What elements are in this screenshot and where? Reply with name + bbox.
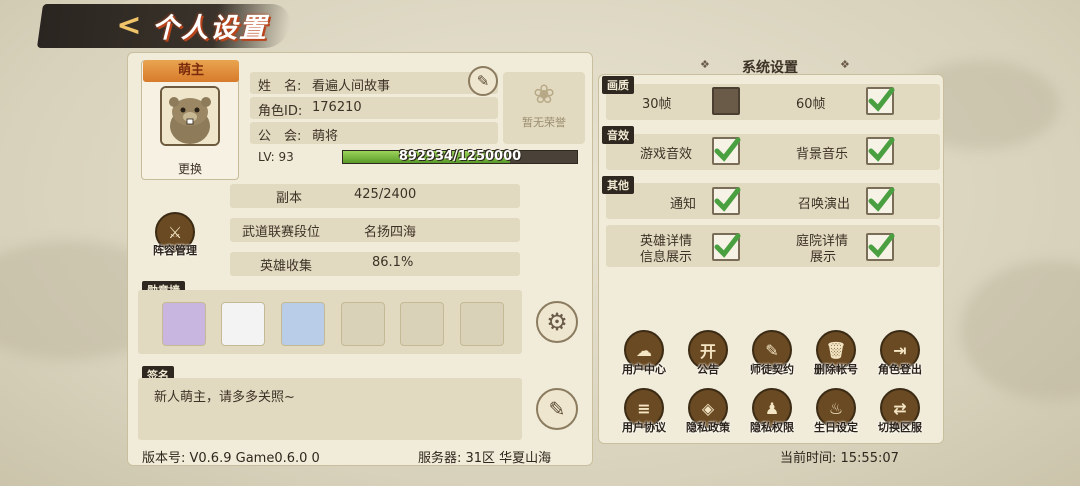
privacy-policy-label: 隐私政策 <box>686 421 730 434</box>
delete-account-label: 删除帐号 <box>814 363 858 376</box>
user-agreement-label: 用户协议 <box>622 421 666 434</box>
guild-label: 公 会: <box>258 129 302 144</box>
sound-tag: 音效 <box>602 126 634 144</box>
summon-label: 召唤演出 <box>798 197 851 212</box>
back-arrow-icon: < <box>116 7 142 43</box>
privacy-policy-icon: ◈ <box>701 398 715 418</box>
medal-blue-girl[interactable] <box>281 302 325 346</box>
honor-box[interactable]: ❀ 暂无荣誉 <box>503 72 585 144</box>
level-label: LV: 93 <box>258 150 294 164</box>
privacy-permission-label: 隐私权限 <box>750 421 794 434</box>
checkmark-icon <box>714 137 741 162</box>
time-text: 当前时间: 15:55:07 <box>780 451 899 466</box>
change-avatar-button[interactable]: 更换 <box>141 158 239 180</box>
notify-checkbox[interactable] <box>712 187 741 215</box>
yard-detail-label-2: 展示 <box>810 250 837 265</box>
medal-slot-empty <box>460 302 504 346</box>
announcement-label: 公告 <box>697 363 719 376</box>
stat-value: 名扬四海 <box>364 225 417 240</box>
switch-server-label: 切换区服 <box>878 421 922 434</box>
id-value: 176210 <box>312 100 362 115</box>
medal-slot-empty <box>341 302 385 346</box>
logout-label: 角色登出 <box>878 363 922 376</box>
honor-text: 暂无荣誉 <box>522 116 566 129</box>
other-tag: 其他 <box>602 176 634 194</box>
crossed-axes-icon: ⚔ <box>167 222 183 242</box>
medal-slot-empty <box>400 302 444 346</box>
guild-value: 萌将 <box>312 129 339 144</box>
checkmark-icon <box>868 233 895 258</box>
lineup-label: 阵容管理 <box>153 244 197 257</box>
medal-settings-button[interactable]: ⚙ <box>536 301 578 343</box>
medal-sunglasses[interactable] <box>221 302 265 346</box>
birthday-setting-icon: ♨ <box>828 398 844 418</box>
medal-fox-girl[interactable] <box>162 302 206 346</box>
user-agreement-icon: ≡ <box>637 398 651 418</box>
hero-detail-label-2: 信息展示 <box>640 250 693 265</box>
privacy-permission-icon: ♟ <box>764 398 780 418</box>
id-label: 角色ID: <box>258 104 303 119</box>
server-text: 服务器: 31区 华夏山海 <box>418 451 552 466</box>
checkmark-icon <box>868 87 895 112</box>
pen-icon: ✎ <box>476 72 490 90</box>
stat-value: 425/2400 <box>354 187 417 202</box>
game-sfx-label: 游戏音效 <box>640 147 693 162</box>
signature-text: 新人萌主，请多多关照~ <box>154 390 295 405</box>
game-sfx-checkbox[interactable] <box>712 137 741 165</box>
notify-label: 通知 <box>670 197 697 212</box>
summon-checkbox[interactable] <box>866 187 895 215</box>
back-button[interactable]: < <box>112 7 146 43</box>
bgm-label: 背景音乐 <box>796 147 849 162</box>
edit-name-button[interactable]: ✎ <box>468 66 498 96</box>
quality-tag: 画质 <box>602 76 634 94</box>
stat-label: 武道联赛段位 <box>242 225 321 240</box>
diamond-icon: ❖ <box>700 58 710 71</box>
page-title: 个人设置 <box>152 13 268 44</box>
avatar[interactable] <box>160 86 220 146</box>
stat-value: 86.1% <box>372 255 414 270</box>
exp-text: 892934/1250000 <box>398 149 522 164</box>
hero-detail-checkbox[interactable] <box>712 233 741 261</box>
stat-label: 英雄收集 <box>260 259 313 274</box>
checkmark-icon <box>714 233 741 258</box>
yard-detail-checkbox[interactable] <box>866 233 895 261</box>
bgm-checkbox[interactable] <box>866 137 895 165</box>
announcement-icon: 开 <box>699 342 716 361</box>
checkmark-icon <box>868 137 895 162</box>
beaver-avatar-icon <box>162 88 218 144</box>
diamond-icon: ❖ <box>840 58 850 71</box>
title-tag: 萌主 <box>143 60 239 82</box>
settings-title: 系统设置 <box>742 60 798 76</box>
checkmark-icon <box>714 187 741 212</box>
stat-label: 副本 <box>276 191 303 206</box>
birthday-setting-label: 生日设定 <box>814 421 858 434</box>
switch-server-icon: ⇄ <box>893 398 907 418</box>
edit-signature-button[interactable]: ✎ <box>536 388 578 430</box>
version-text: 版本号: V0.6.9 Game0.6.0 0 <box>142 451 320 466</box>
name-label: 姓 名: <box>258 79 302 94</box>
fps60-checkbox[interactable] <box>866 87 895 115</box>
mentor-contract-icon: ✎ <box>765 340 779 360</box>
brush-icon: ✎ <box>548 397 566 421</box>
name-value: 看遍人间故事 <box>312 79 391 94</box>
delete-account-icon: 🗑 <box>825 340 847 360</box>
paw-icon: ❀ <box>533 80 555 110</box>
logout-icon: ⇥ <box>893 340 907 360</box>
fps60-label: 60帧 <box>796 97 826 112</box>
checkmark-icon <box>868 187 895 212</box>
fps30-checkbox[interactable] <box>712 87 740 115</box>
gear-icon: ⚙ <box>546 308 568 336</box>
mentor-contract-label: 师徒契约 <box>750 363 794 376</box>
user-center-label: 用户中心 <box>622 363 666 376</box>
fps30-label: 30帧 <box>642 97 672 112</box>
user-center-icon: ☁ <box>636 340 652 360</box>
